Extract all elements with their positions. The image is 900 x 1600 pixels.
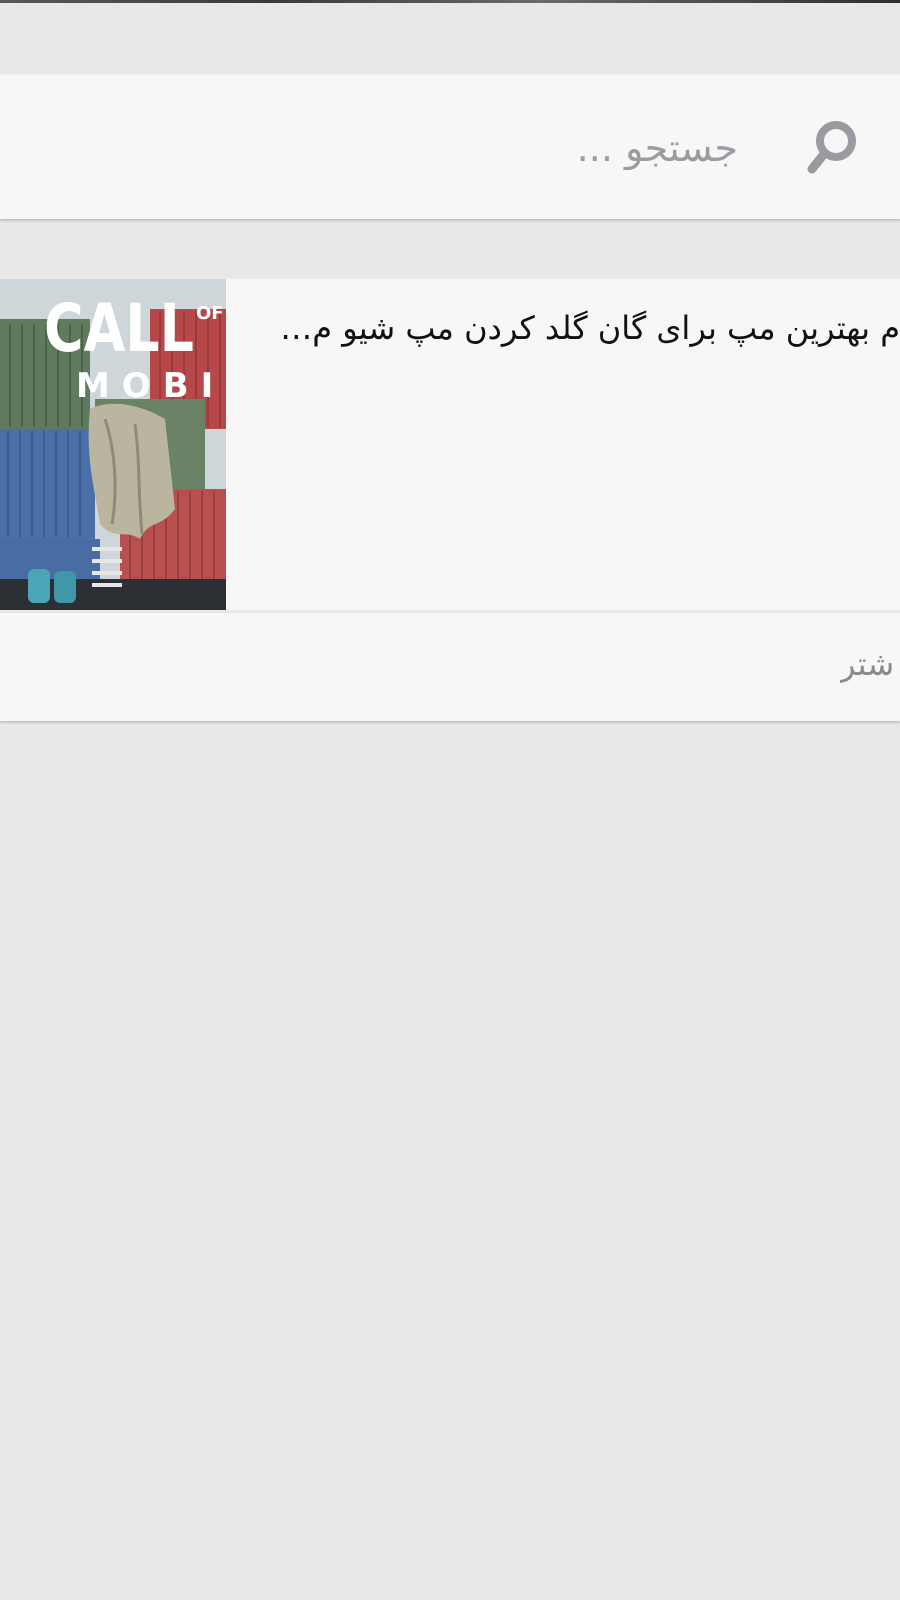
search-bar xyxy=(0,74,900,219)
search-input[interactable] xyxy=(316,111,740,185)
status-bar-edge xyxy=(0,0,900,3)
search-icon[interactable] xyxy=(802,117,862,177)
thumbnail-image: CALL OF MOBI xyxy=(0,279,226,610)
more-results-row[interactable]: شتر xyxy=(0,613,900,721)
more-results-label[interactable]: شتر xyxy=(840,645,900,683)
thumbnail-logo-call: CALL xyxy=(44,290,194,367)
thumbnail-logo-of: OF xyxy=(196,303,224,324)
result-thumbnail[interactable]: CALL OF MOBI xyxy=(0,279,226,610)
search-result-card[interactable]: CALL OF MOBI م بهترین مپ برای گان گلد کر… xyxy=(0,279,900,610)
thumbnail-logo-mobile: MOBI xyxy=(76,366,225,406)
result-title[interactable]: م بهترین مپ برای گان گلد کردن مپ شیو م… xyxy=(270,309,900,347)
